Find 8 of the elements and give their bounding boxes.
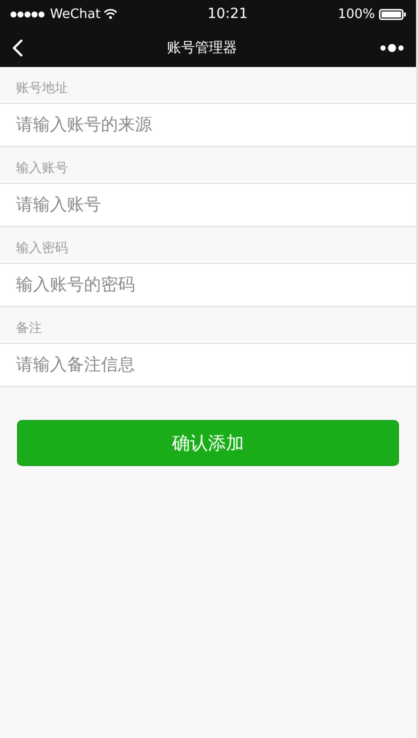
signal-icon (10, 10, 46, 18)
confirm-button[interactable]: 确认添加 (17, 420, 399, 466)
status-time: 10:21 (207, 6, 248, 22)
wifi-icon (104, 9, 118, 19)
battery-icon (378, 8, 406, 20)
page-title: 账号管理器 (167, 38, 237, 56)
battery-percent: 100% (338, 6, 375, 22)
carrier-name: WeChat (50, 6, 100, 22)
